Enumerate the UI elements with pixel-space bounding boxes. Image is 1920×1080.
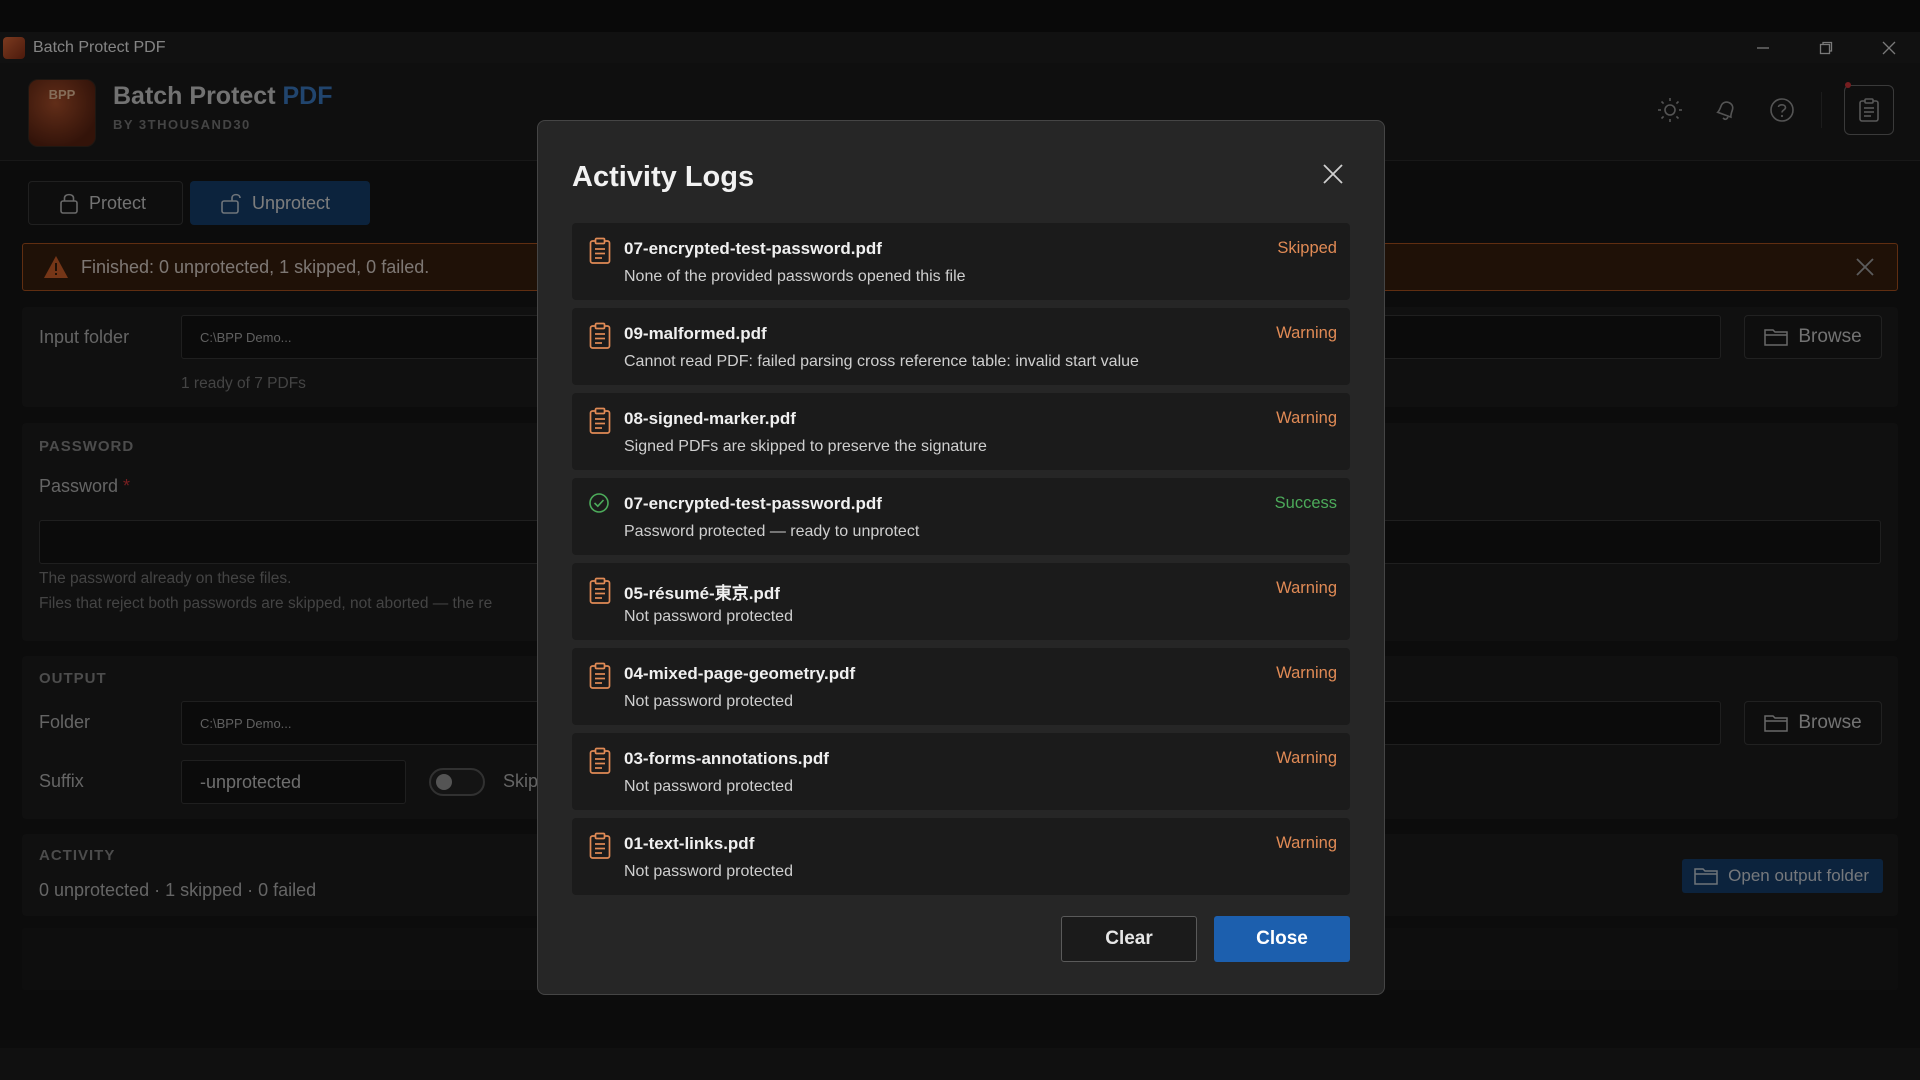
clipboard-icon (589, 747, 611, 774)
clipboard-icon (589, 237, 611, 264)
entry-status: Warning (1276, 749, 1337, 767)
close-dialog-icon[interactable] (1322, 163, 1344, 185)
clipboard-icon (589, 322, 611, 349)
entry-filename: 07-encrypted-test-password.pdf (624, 494, 882, 513)
entry-filename: 04-mixed-page-geometry.pdf (624, 664, 856, 683)
clear-button[interactable]: Clear (1061, 916, 1197, 962)
entry-message: Cannot read PDF: failed parsing cross re… (624, 353, 1139, 370)
entry-status: Skipped (1277, 239, 1337, 257)
entry-status: Warning (1276, 409, 1337, 427)
clipboard-icon (589, 407, 611, 434)
entry-filename: 05-résumé-東京.pdf (624, 584, 780, 603)
entry-filename: 03-forms-annotations.pdf (624, 749, 829, 768)
clipboard-icon (589, 662, 611, 689)
log-entry: 03-forms-annotations.pdf Not password pro… (572, 733, 1350, 810)
entry-filename: 08-signed-marker.pdf (624, 409, 796, 428)
entry-status: Warning (1276, 579, 1337, 597)
entry-filename: 09-malformed.pdf (624, 324, 767, 343)
entry-message: Not password protected (624, 693, 793, 710)
clipboard-icon (589, 577, 611, 604)
log-entry: 07-encrypted-test-password.pdf None of th… (572, 223, 1350, 300)
entry-icon (588, 322, 612, 355)
log-entry: 01-text-links.pdf Not password protected W… (572, 818, 1350, 895)
entry-icon (588, 832, 612, 865)
entry-status: Warning (1276, 834, 1337, 852)
entry-status: Warning (1276, 664, 1337, 682)
log-list: 07-encrypted-test-password.pdf None of th… (572, 223, 1350, 903)
log-entry: 09-malformed.pdf Cannot read PDF: failed … (572, 308, 1350, 385)
entry-message: None of the provided passwords opened th… (624, 268, 966, 285)
entry-filename: 07-encrypted-test-password.pdf (624, 239, 882, 258)
clipboard-icon (589, 832, 611, 859)
dialog-title: Activity Logs (572, 161, 755, 193)
log-entry: 08-signed-marker.pdf Signed PDFs are skip… (572, 393, 1350, 470)
entry-status: Success (1274, 494, 1337, 512)
dialog-buttons: Clear Close (1061, 916, 1350, 962)
entry-icon (588, 492, 610, 519)
entry-icon (588, 237, 612, 270)
entry-message: Signed PDFs are skipped to preserve the … (624, 438, 987, 455)
entry-icon (588, 747, 612, 780)
entry-icon (588, 577, 612, 610)
log-entry: 04-mixed-page-geometry.pdf Not password p… (572, 648, 1350, 725)
activity-logs-dialog: Activity Logs 07-encrypted-test-password… (537, 120, 1385, 995)
log-entry: 05-résumé-東京.pdf Not password protected Wa… (572, 563, 1350, 640)
close-button[interactable]: Close (1214, 916, 1350, 962)
entry-message: Not password protected (624, 778, 793, 795)
log-entry: 07-encrypted-test-password.pdf Password p… (572, 478, 1350, 555)
entry-filename: 01-text-links.pdf (624, 834, 755, 853)
check-circle-icon (589, 493, 609, 513)
entry-message: Not password protected (624, 863, 793, 880)
entry-icon (588, 407, 612, 440)
entry-message: Not password protected (624, 608, 793, 625)
entry-message: Password protected — ready to unprotect (624, 523, 920, 540)
entry-icon (588, 662, 612, 695)
entry-status: Warning (1276, 324, 1337, 342)
